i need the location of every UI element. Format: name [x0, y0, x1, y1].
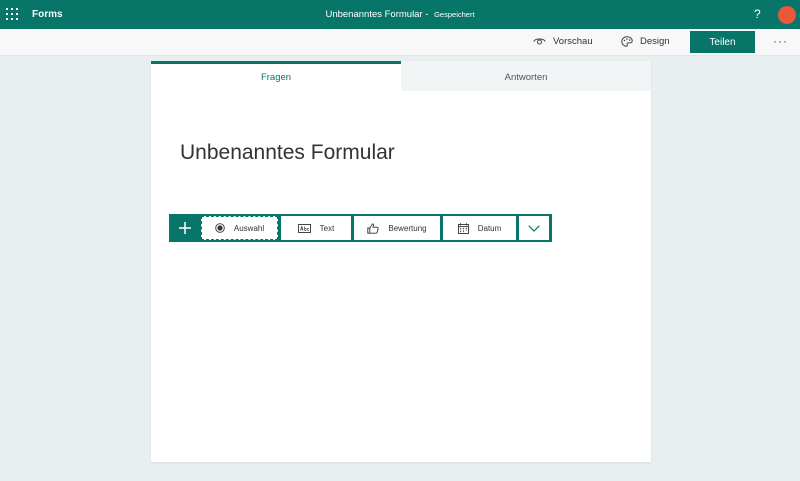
- tab-questions[interactable]: Fragen: [151, 61, 401, 91]
- help-icon[interactable]: ?: [754, 7, 761, 21]
- command-bar: Vorschau Design: [0, 29, 800, 56]
- text-label: Text: [319, 223, 335, 233]
- date-label: Datum: [477, 223, 502, 233]
- thumbs-up-icon: [367, 223, 379, 234]
- tab-bar: Fragen Antworten: [151, 61, 651, 91]
- design-button[interactable]: Design: [621, 36, 670, 47]
- preview-button[interactable]: Vorschau: [533, 36, 593, 47]
- palette-icon: [621, 36, 633, 47]
- more-question-types-button[interactable]: [519, 216, 549, 240]
- form-title[interactable]: Unbenanntes Formular: [180, 141, 395, 165]
- calendar-icon: [457, 222, 469, 234]
- text-question-button[interactable]: Text: [281, 216, 351, 240]
- document-title[interactable]: Unbenanntes Formular: [325, 9, 422, 20]
- title-separator: -: [425, 9, 429, 20]
- rating-label: Bewertung: [388, 223, 427, 233]
- form-editor-card: Fragen Antworten Unbenanntes Formular Au…: [151, 61, 651, 462]
- save-status: Gespeichert: [434, 10, 475, 19]
- preview-label: Vorschau: [553, 36, 593, 47]
- more-options-icon[interactable]: ···: [773, 34, 788, 48]
- date-question-button[interactable]: Datum: [443, 216, 516, 240]
- add-question-toolbar: Auswahl Text Bewertung Datum: [169, 214, 552, 242]
- rating-question-button[interactable]: Bewertung: [354, 216, 440, 240]
- avatar[interactable]: [778, 6, 796, 24]
- choice-question-button[interactable]: Auswahl: [201, 216, 278, 240]
- choice-label: Auswahl: [233, 223, 265, 233]
- eye-icon: [533, 38, 546, 45]
- add-question-button[interactable]: [169, 214, 201, 242]
- chevron-down-icon: [528, 224, 540, 232]
- top-bar: Forms Unbenanntes Formular - Gespeichert…: [0, 0, 800, 29]
- share-button[interactable]: Teilen: [690, 31, 755, 53]
- text-icon: [297, 223, 311, 233]
- document-title-area: Unbenanntes Formular - Gespeichert: [0, 9, 800, 20]
- plus-icon: [179, 222, 191, 234]
- design-label: Design: [640, 36, 670, 47]
- radio-icon: [215, 223, 225, 233]
- tab-responses[interactable]: Antworten: [401, 61, 651, 91]
